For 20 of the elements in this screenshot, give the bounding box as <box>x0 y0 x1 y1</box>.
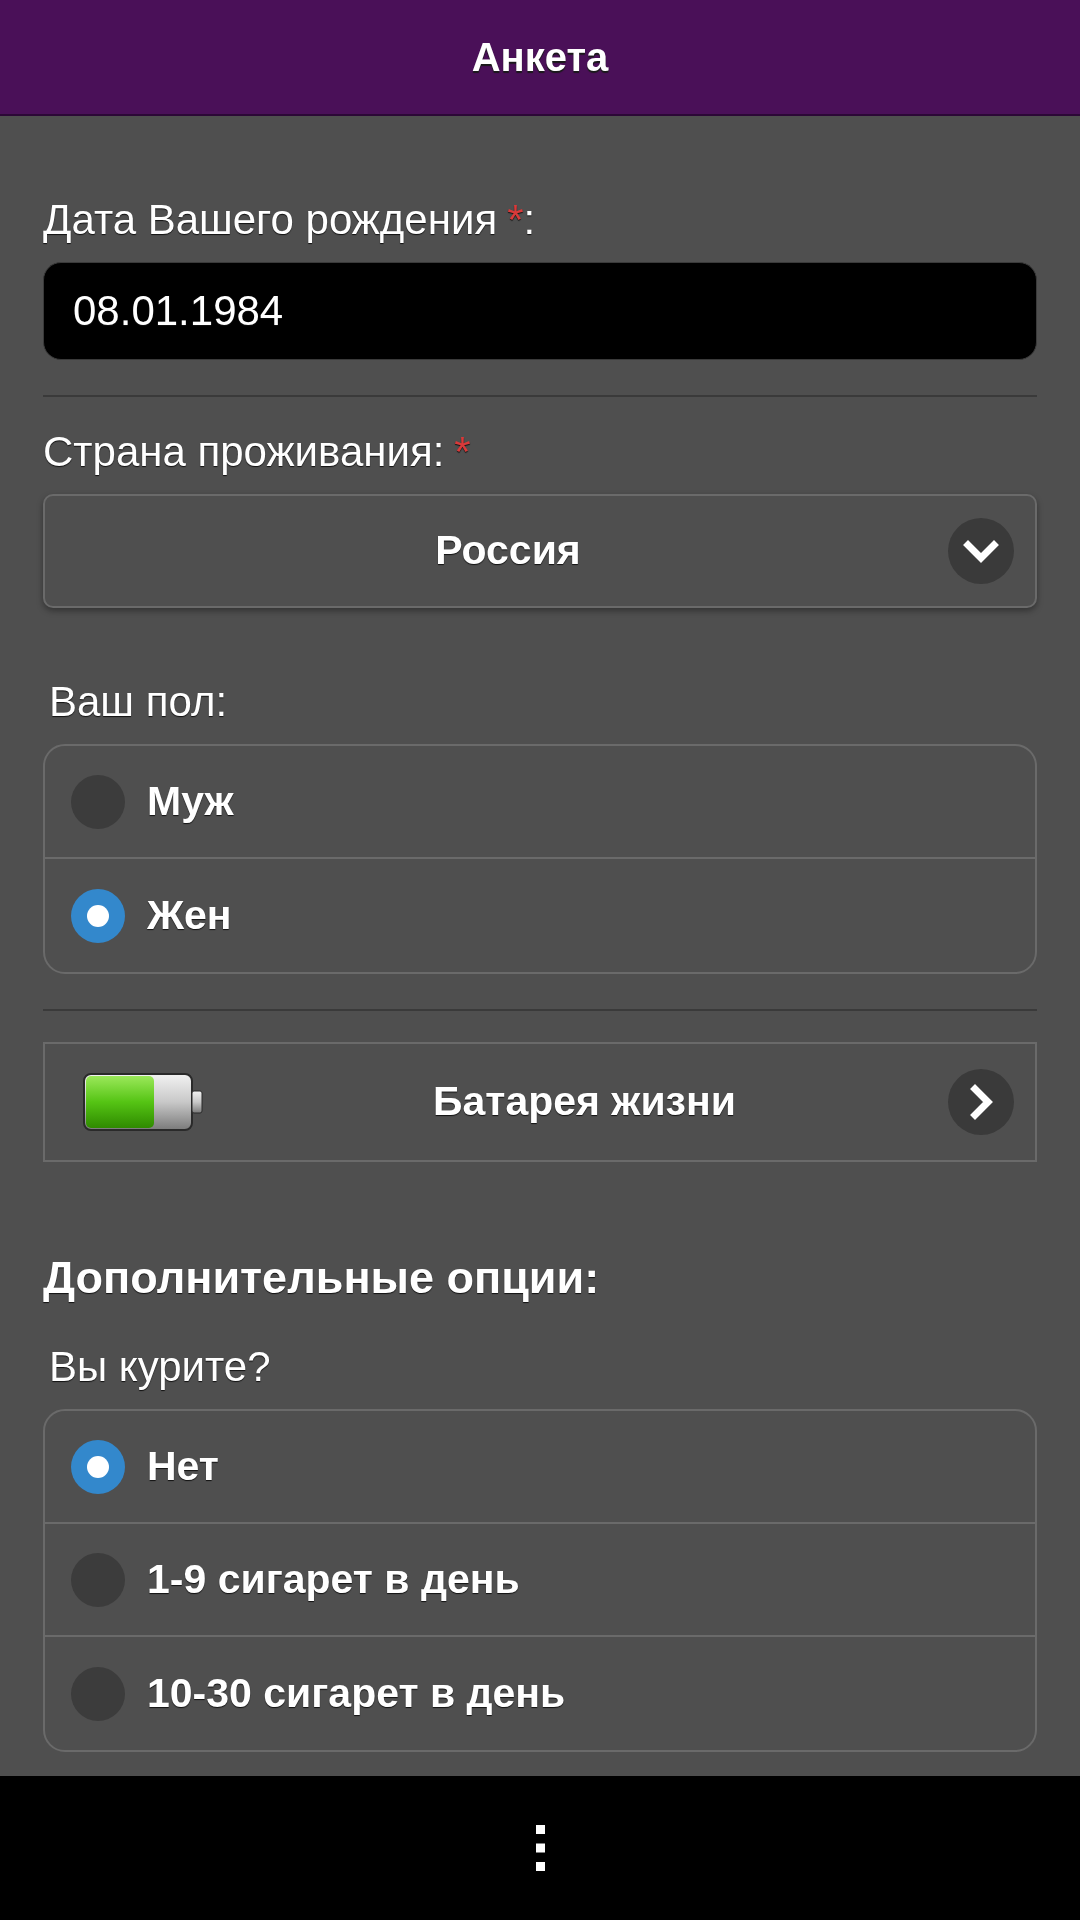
radio-option[interactable]: Нет <box>45 1411 1035 1524</box>
menu-icon[interactable] <box>535 1825 545 1871</box>
chevron-right-icon <box>948 1069 1014 1135</box>
country-select[interactable]: Россия <box>43 494 1037 608</box>
battery-icon <box>83 1073 203 1131</box>
radio-option[interactable]: 10-30 сигарет в день <box>45 1637 1035 1750</box>
field-label: Страна проживания: * <box>43 428 472 476</box>
section-heading: Дополнительные опции: <box>43 1253 601 1303</box>
radio-icon[interactable] <box>71 888 125 943</box>
date-input[interactable]: 08.01.1984 <box>43 262 1037 360</box>
radio-option[interactable]: Муж <box>45 746 1035 859</box>
radio-option[interactable]: Жен <box>45 859 1035 972</box>
field-label: Ваш пол: <box>48 678 229 726</box>
link-button[interactable]: Батарея жизни <box>43 1042 1037 1162</box>
radio-option[interactable]: 1-9 сигарет в день <box>45 1524 1035 1637</box>
field-label: Вы курите? <box>48 1343 272 1391</box>
page-title: Анкета <box>471 34 609 81</box>
radio-icon[interactable] <box>71 1439 125 1494</box>
field-label: Дата Вашего рождения *: <box>43 196 537 244</box>
chevron-down-icon <box>948 518 1014 584</box>
